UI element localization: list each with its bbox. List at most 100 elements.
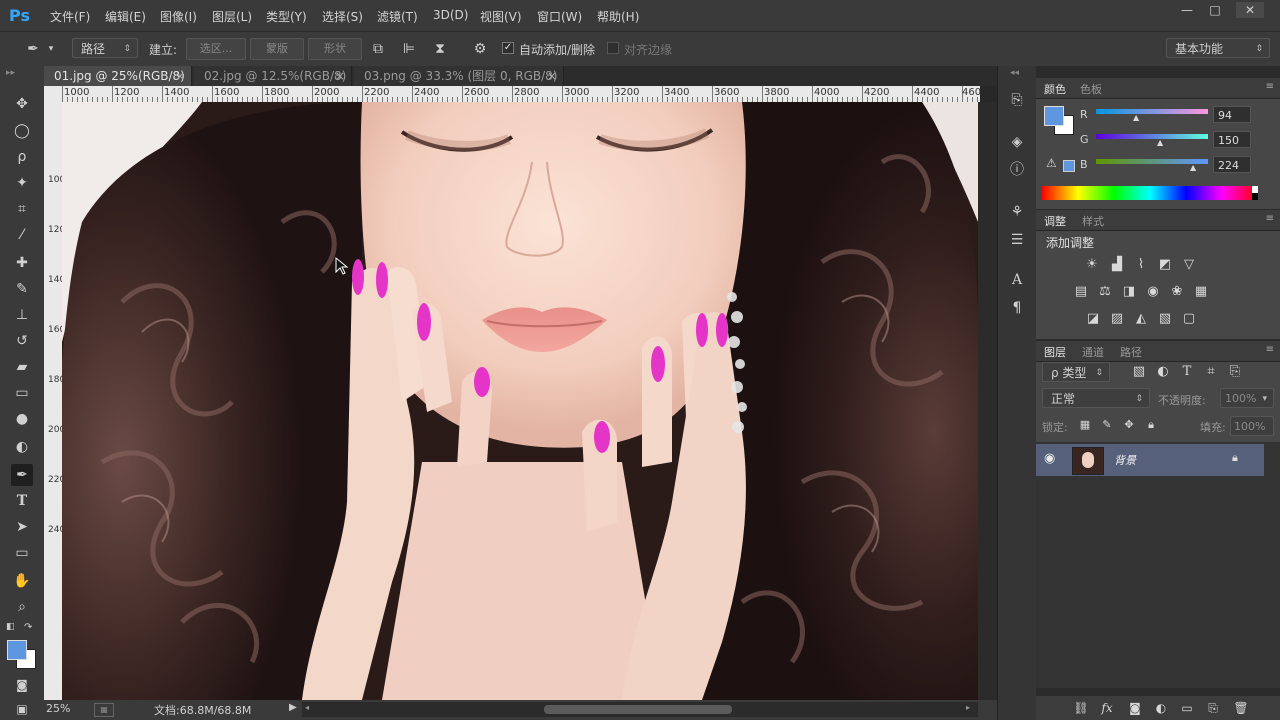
history-brush-tool-icon[interactable]: ↺ [11, 330, 33, 352]
scrollbar-thumb[interactable] [544, 705, 732, 714]
lasso-tool-icon[interactable]: ρ [11, 146, 33, 168]
3d-panel-icon[interactable]: ◈ [1007, 132, 1027, 152]
menu-3d[interactable]: 3D(D) [433, 8, 468, 22]
new-layer-icon[interactable]: ⎘ [1204, 699, 1222, 717]
menu-edit[interactable]: 编辑(E) [105, 8, 146, 25]
tab-styles[interactable]: 样式 [1082, 213, 1104, 229]
status-icon[interactable]: ▦ [94, 703, 114, 717]
opacity-field[interactable]: 100% ▾ [1220, 388, 1274, 408]
g-value-field[interactable]: 150 [1213, 131, 1251, 148]
tab-color[interactable]: 颜色 [1044, 81, 1066, 97]
brush-presets-icon[interactable]: ⚘ [1007, 202, 1027, 222]
menu-view[interactable]: 视图(V) [480, 8, 522, 25]
tab-channels[interactable]: 通道 [1082, 344, 1104, 360]
collapse-toolbar-icon[interactable]: ▸▸ [6, 68, 15, 78]
move-tool-icon[interactable]: ✥ [11, 93, 33, 115]
paragraph-panel-icon[interactable]: ¶ [1007, 298, 1027, 318]
vertical-scrollbar[interactable] [978, 102, 996, 700]
pen-tool-preset-icon[interactable]: ✒ [24, 40, 42, 58]
black-white-icon[interactable]: ◨ [1120, 283, 1138, 301]
close-tab-icon[interactable]: × [547, 66, 557, 86]
menu-select[interactable]: 选择(S) [322, 8, 363, 25]
panel-menu-icon[interactable]: ≡ [1266, 81, 1274, 92]
close-button[interactable]: ✕ [1236, 2, 1264, 18]
new-adjustment-layer-icon[interactable]: ◐ [1152, 699, 1170, 717]
tab-layers[interactable]: 图层 [1044, 344, 1066, 360]
make-selection-button[interactable]: 选区... [186, 38, 246, 60]
filter-pixel-icon[interactable]: ▧ [1130, 363, 1148, 381]
link-layers-icon[interactable]: ⛓ [1072, 699, 1090, 717]
auto-add-delete-checkbox[interactable]: ✓ [502, 42, 514, 54]
character-panel-icon[interactable]: A [1007, 270, 1027, 290]
tab-02-jpg[interactable]: 02.jpg @ 12.5%(RGB/8) × [194, 66, 352, 86]
filter-shape-icon[interactable]: ⌗ [1202, 363, 1220, 381]
zoom-tool-icon[interactable]: ⌕ [11, 596, 33, 618]
lock-image-icon[interactable]: ✎ [1098, 416, 1116, 434]
marquee-tool-icon[interactable]: ◯ [11, 120, 33, 142]
tab-paths[interactable]: 路径 [1120, 344, 1142, 360]
gradient-tool-icon[interactable]: ▭ [11, 382, 33, 404]
tab-01-jpg[interactable]: 01.jpg @ 25%(RGB/8) × [44, 66, 192, 86]
menu-layer[interactable]: 图层(L) [212, 8, 252, 25]
fill-field[interactable]: 100% [1230, 416, 1274, 436]
gamut-warning-icon[interactable]: ⚠ [1046, 156, 1057, 170]
path-mode-select[interactable]: 路径 ⇕ [72, 38, 138, 58]
lock-transparent-icon[interactable]: ▦ [1076, 416, 1094, 434]
selective-color-icon[interactable]: ▢ [1180, 310, 1198, 328]
history-panel-icon[interactable]: ⎘ [1007, 90, 1027, 110]
make-mask-button[interactable]: 蒙版 [250, 38, 304, 60]
black-swatch[interactable] [1252, 193, 1258, 200]
panel-menu-icon[interactable]: ≡ [1266, 213, 1274, 224]
layer-name[interactable]: 背景 [1114, 452, 1136, 468]
tab-swatches[interactable]: 色板 [1080, 81, 1102, 97]
hand-tool-icon[interactable]: ✋ [11, 570, 33, 592]
photo-filter-icon[interactable]: ◉ [1144, 283, 1162, 301]
maximize-button[interactable]: □ [1201, 2, 1229, 18]
filter-smart-object-icon[interactable]: ⎘ [1226, 363, 1244, 381]
minimize-button[interactable]: — [1173, 2, 1201, 18]
menu-type[interactable]: 类型(Y) [266, 8, 307, 25]
new-group-icon[interactable]: ▭ [1178, 699, 1196, 717]
color-lookup-icon[interactable]: ▦ [1192, 283, 1210, 301]
b-value-field[interactable]: 224 [1213, 156, 1251, 173]
lock-all-icon[interactable]: 🔒︎ [1142, 416, 1160, 434]
posterize-icon[interactable]: ▨ [1108, 310, 1126, 328]
document-canvas[interactable] [62, 102, 978, 700]
properties-panel-icon[interactable]: ☰ [1007, 230, 1027, 250]
zoom-level[interactable]: 25% [46, 702, 70, 715]
layer-style-fx-icon[interactable]: fx [1098, 699, 1116, 717]
dodge-tool-icon[interactable]: ◐ [11, 436, 33, 458]
panel-menu-icon[interactable]: ≡ [1266, 344, 1274, 355]
menu-file[interactable]: 文件(F) [50, 8, 90, 25]
menu-window[interactable]: 窗口(W) [537, 8, 582, 25]
path-arrangement-icon[interactable]: ⧗ [431, 40, 449, 58]
pen-tool-icon[interactable]: ✒ [11, 464, 33, 486]
menu-help[interactable]: 帮助(H) [597, 8, 639, 25]
web-safe-color-chip[interactable] [1063, 160, 1075, 172]
r-value-field[interactable]: 94 [1213, 106, 1251, 123]
info-panel-icon[interactable]: ⓘ [1007, 160, 1027, 180]
scroll-left-icon[interactable]: ◂ [305, 703, 309, 712]
fg-color-chip[interactable] [1044, 106, 1064, 126]
filter-adjustment-icon[interactable]: ◐ [1154, 363, 1172, 381]
quick-mask-icon[interactable]: ◙ [11, 674, 33, 696]
layer-filter-select[interactable]: ρ 类型 ⇕ [1042, 362, 1110, 382]
close-tab-icon[interactable]: × [175, 66, 185, 86]
exposure-icon[interactable]: ◩ [1156, 256, 1174, 274]
blend-mode-select[interactable]: 正常 ⇕ [1042, 388, 1150, 408]
crop-tool-icon[interactable]: ⌗ [11, 198, 33, 220]
hue-saturation-icon[interactable]: ▤ [1072, 283, 1090, 301]
layer-row[interactable]: ◉ 背景 🔒︎ [1036, 444, 1264, 476]
workspace-select[interactable]: 基本功能 ⇕ [1166, 38, 1270, 58]
g-slider-thumb[interactable]: ▲ [1157, 138, 1163, 147]
eraser-tool-icon[interactable]: ▰ [11, 356, 33, 378]
brightness-icon[interactable]: ☀ [1083, 256, 1101, 274]
path-alignment-icon[interactable]: ⊫ [400, 40, 418, 58]
horizontal-scrollbar[interactable]: ◂ ▸ [302, 702, 978, 717]
brush-tool-icon[interactable]: ✎ [11, 278, 33, 300]
make-shape-button[interactable]: 形状 [308, 38, 362, 60]
gear-icon[interactable]: ⚙ [471, 40, 489, 58]
close-tab-icon[interactable]: × [335, 66, 345, 86]
chevron-down-icon[interactable]: ▾ [46, 40, 56, 58]
clone-stamp-tool-icon[interactable]: ⊥ [11, 304, 33, 326]
